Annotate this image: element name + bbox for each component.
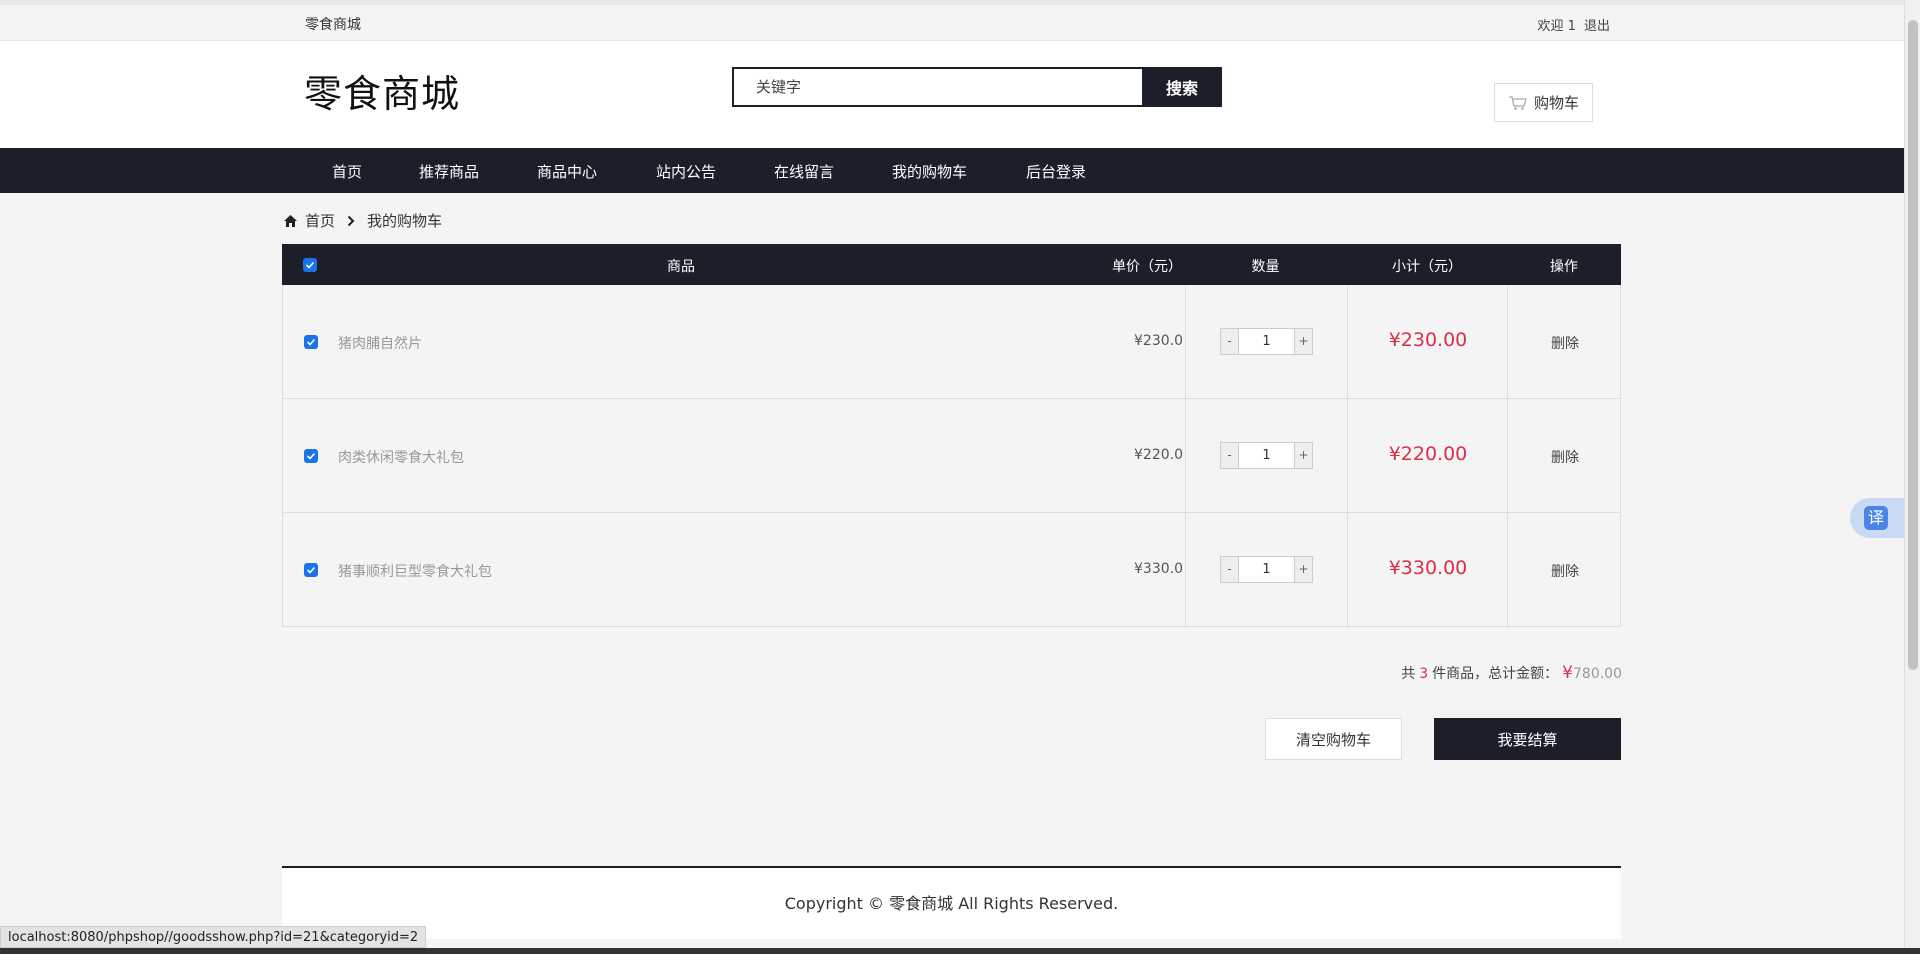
- row-subtotal: ¥330.00: [1388, 557, 1468, 579]
- quantity-stepper: - 1 +: [1220, 556, 1313, 583]
- site-logo[interactable]: 零食商城: [304, 63, 460, 118]
- delete-link[interactable]: 删除: [1508, 333, 1622, 353]
- breadcrumb-current: 我的购物车: [367, 212, 443, 230]
- translate-icon: 译: [1864, 506, 1888, 530]
- qty-value[interactable]: 1: [1239, 443, 1294, 468]
- qty-value[interactable]: 1: [1239, 329, 1294, 354]
- checkout-button[interactable]: 我要结算: [1434, 718, 1621, 760]
- summary-currency: ¥: [1562, 663, 1573, 683]
- breadcrumb-home[interactable]: 首页: [305, 210, 335, 231]
- column-header-price: 单价（元）: [1112, 259, 1182, 275]
- nav-item-admin-login[interactable]: 后台登录: [1026, 161, 1086, 182]
- nav-item-announcements[interactable]: 站内公告: [656, 161, 716, 182]
- product-name[interactable]: 猪事顺利巨型零食大礼包: [338, 561, 492, 581]
- column-header-action: 操作: [1550, 259, 1578, 275]
- column-header-subtotal: 小计（元）: [1392, 259, 1462, 275]
- cart-summary: 共 3 件商品，总计金额： ¥ 780.00: [1401, 663, 1622, 683]
- row-checkbox[interactable]: [304, 335, 318, 349]
- cart-button-label: 购物车: [1533, 94, 1579, 112]
- search-form: 搜索: [732, 67, 1222, 107]
- unit-price: ¥330.0: [1134, 561, 1183, 577]
- qty-value[interactable]: 1: [1239, 557, 1294, 582]
- summary-total: 780.00: [1573, 666, 1622, 682]
- column-header-product: 商品: [667, 259, 695, 275]
- site-footer: Copyright © 零食商城 All Rights Reserved.: [282, 866, 1621, 939]
- product-name[interactable]: 猪肉脯自然片: [338, 333, 422, 353]
- top-bar: 零食商城 欢迎 1 退出: [0, 5, 1904, 41]
- nav-item-messages[interactable]: 在线留言: [774, 161, 834, 182]
- cart-row: 猪事顺利巨型零食大礼包 ¥330.0 - 1 + ¥330.00 删除: [282, 513, 1621, 627]
- check-icon: [306, 566, 316, 574]
- qty-decrease-button[interactable]: -: [1221, 443, 1239, 468]
- column-divider: [1185, 513, 1186, 626]
- qty-decrease-button[interactable]: -: [1221, 557, 1239, 582]
- status-bar-url: localhost:8080/phpshop//goodsshow.php?id…: [0, 926, 427, 948]
- quantity-stepper: - 1 +: [1220, 328, 1313, 355]
- nav-item-home[interactable]: 首页: [332, 161, 362, 182]
- cart-row: 猪肉脯自然片 ¥230.0 - 1 + ¥230.00 删除: [282, 285, 1621, 399]
- home-icon: [284, 214, 297, 227]
- logout-link[interactable]: 退出: [1584, 19, 1610, 34]
- qty-increase-button[interactable]: +: [1294, 443, 1312, 468]
- column-divider: [1185, 285, 1186, 398]
- nav-item-my-cart[interactable]: 我的购物车: [892, 161, 967, 182]
- welcome-area: 欢迎 1 退出: [1533, 15, 1610, 34]
- translate-widget[interactable]: 译: [1850, 498, 1904, 538]
- qty-increase-button[interactable]: +: [1294, 557, 1312, 582]
- check-icon: [305, 261, 315, 269]
- product-name[interactable]: 肉类休闲零食大礼包: [338, 447, 464, 467]
- summary-count: 3: [1419, 666, 1429, 682]
- clear-cart-button[interactable]: 清空购物车: [1265, 718, 1402, 760]
- summary-middle: 件商品，总计金额：: [1432, 666, 1559, 682]
- taskbar-edge: [0, 948, 1920, 954]
- check-icon: [306, 452, 316, 460]
- site-header: 零食商城 搜索 购物车: [0, 41, 1904, 148]
- nav-item-recommended[interactable]: 推荐商品: [419, 161, 479, 182]
- delete-link[interactable]: 删除: [1508, 561, 1622, 581]
- scrollbar-thumb[interactable]: [1908, 20, 1918, 670]
- check-icon: [306, 338, 316, 346]
- search-input[interactable]: [732, 67, 1142, 107]
- row-subtotal: ¥230.00: [1388, 329, 1468, 351]
- breadcrumb: 首页 我的购物车: [283, 210, 442, 231]
- vertical-scrollbar[interactable]: [1904, 0, 1920, 948]
- column-divider: [1185, 399, 1186, 512]
- row-checkbox[interactable]: [304, 563, 318, 577]
- row-checkbox[interactable]: [304, 449, 318, 463]
- search-button[interactable]: 搜索: [1142, 67, 1222, 107]
- cart-button[interactable]: 购物车: [1494, 83, 1593, 122]
- chevron-right-icon: [347, 215, 355, 226]
- summary-prefix: 共: [1401, 666, 1416, 682]
- row-subtotal: ¥220.00: [1388, 443, 1468, 465]
- topbar-brand: 零食商城: [305, 17, 361, 33]
- quantity-stepper: - 1 +: [1220, 442, 1313, 469]
- unit-price: ¥220.0: [1134, 447, 1183, 463]
- nav-item-products[interactable]: 商品中心: [537, 161, 597, 182]
- unit-price: ¥230.0: [1134, 333, 1183, 349]
- delete-link[interactable]: 删除: [1508, 447, 1622, 467]
- qty-increase-button[interactable]: +: [1294, 329, 1312, 354]
- cart-table: 商品 单价（元） 数量 小计（元） 操作 猪肉脯自然片 ¥230.0 - 1 +…: [282, 244, 1621, 627]
- main-nav: 首页 推荐商品 商品中心 站内公告 在线留言 我的购物车 后台登录: [0, 148, 1904, 193]
- column-header-qty: 数量: [1251, 259, 1280, 275]
- qty-decrease-button[interactable]: -: [1221, 329, 1239, 354]
- copyright-text: Copyright © 零食商城 All Rights Reserved.: [784, 894, 1119, 913]
- cart-table-header: 商品 单价（元） 数量 小计（元） 操作: [282, 244, 1621, 285]
- welcome-text: 欢迎 1: [1537, 19, 1576, 34]
- cart-row: 肉类休闲零食大礼包 ¥220.0 - 1 + ¥220.00 删除: [282, 399, 1621, 513]
- shopping-cart-icon: [1508, 95, 1527, 110]
- select-all-checkbox[interactable]: [303, 258, 317, 272]
